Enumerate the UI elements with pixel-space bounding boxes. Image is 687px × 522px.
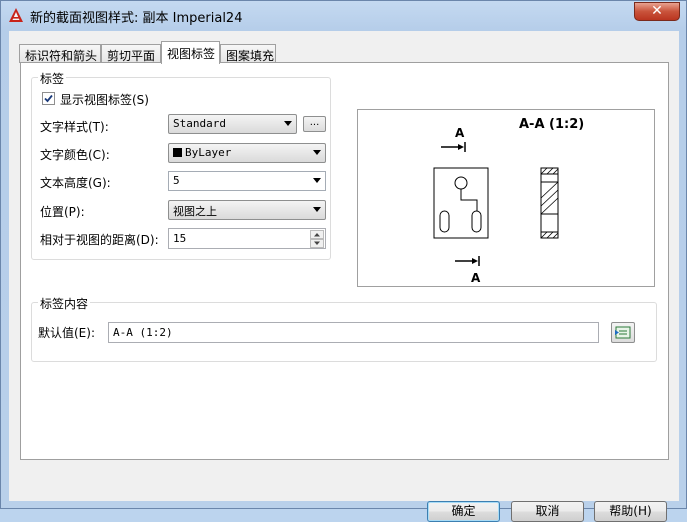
window-title: 新的截面视图样式: 副本 Imperial24: [30, 11, 243, 26]
distance-value: 15: [173, 232, 187, 245]
top-arrow-head: [458, 144, 464, 150]
spin-down-icon: [314, 241, 320, 245]
position-dropdown[interactable]: 视图之上: [168, 200, 326, 220]
help-button[interactable]: 帮助(H): [594, 501, 667, 522]
tab-view-label[interactable]: 视图标签: [161, 41, 220, 64]
distance-label: 相对于视图的距离(D):: [40, 233, 159, 247]
checkmark-icon: [44, 94, 53, 103]
text-color-label: 文字颜色(C):: [40, 148, 110, 162]
tab-identifiers-arrows[interactable]: 标识符和箭头: [19, 44, 101, 63]
spin-down-button[interactable]: [310, 239, 324, 248]
label-content-group-title: 标签内容: [38, 295, 91, 312]
dialog-client-area: 标识符和箭头 剪切平面 视图标签 图案填充 标签 显示视图标签(S) 文字样式(…: [9, 31, 679, 522]
show-label-text: 显示视图标签(S): [60, 93, 149, 107]
tab-panel: 标签 显示视图标签(S) 文字样式(T): Standard ... 文字颜色(…: [20, 62, 669, 460]
bottom-arrow-head: [472, 258, 478, 264]
browse-label: ...: [309, 117, 320, 128]
close-icon: ✕: [651, 3, 663, 19]
part-section-view: [540, 167, 559, 239]
text-style-dropdown[interactable]: Standard: [168, 114, 297, 134]
tab-label: 剪切平面: [107, 49, 156, 63]
position-value: 视图之上: [173, 205, 217, 218]
default-value-text: A-A (1:2): [113, 326, 173, 339]
text-style-browse-button[interactable]: ...: [303, 116, 326, 132]
insert-field-button[interactable]: [611, 322, 635, 343]
label-group-title: 标签: [38, 70, 67, 87]
part-hole: [454, 176, 468, 190]
part-slot-left: [439, 210, 450, 233]
preview-top-marker: A: [455, 126, 465, 140]
default-value-label: 默认值(E):: [38, 326, 95, 340]
default-value-field[interactable]: A-A (1:2): [108, 322, 599, 343]
tab-label: 标识符和箭头: [25, 49, 98, 63]
preview-title-text: A-A (1:2): [519, 117, 584, 132]
spin-up-button[interactable]: [310, 230, 324, 239]
spin-up-icon: [314, 233, 320, 237]
cancel-label: 取消: [535, 504, 560, 518]
tab-cutting-plane[interactable]: 剪切平面: [101, 44, 161, 63]
tab-hatch[interactable]: 图案填充: [220, 44, 276, 63]
chevron-down-icon: [313, 207, 321, 212]
preview-pane: A-A (1:2) A A: [357, 109, 655, 287]
tab-label: 视图标签: [167, 47, 216, 61]
text-color-dropdown[interactable]: ByLayer: [168, 143, 326, 163]
text-height-label: 文本高度(G):: [40, 176, 111, 190]
text-height-value: 5: [173, 174, 180, 187]
text-height-combobox[interactable]: 5: [168, 171, 326, 191]
ok-button[interactable]: 确定: [427, 501, 500, 522]
chevron-down-icon: [313, 178, 321, 183]
title-bar[interactable]: 新的截面视图样式: 副本 Imperial24 ✕: [1, 1, 686, 29]
chevron-down-icon: [284, 121, 292, 126]
tab-label: 图案填充: [226, 49, 275, 63]
autocad-app-icon: [9, 8, 23, 22]
cancel-button[interactable]: 取消: [511, 501, 584, 522]
position-label: 位置(P):: [40, 205, 85, 219]
part-slot-right: [471, 210, 482, 233]
ok-label: 确定: [451, 504, 476, 518]
chevron-down-icon: [313, 150, 321, 155]
help-label: 帮助(H): [609, 504, 652, 518]
insert-field-icon: [615, 326, 631, 339]
text-style-label: 文字样式(T):: [40, 120, 109, 134]
section-preview-drawing: A-A (1:2) A A: [433, 117, 584, 285]
label-content-group: 标签内容 默认值(E): A-A (1:2): [31, 295, 657, 362]
close-button[interactable]: ✕: [634, 2, 680, 21]
distance-spinner[interactable]: 15: [168, 228, 326, 249]
text-style-value: Standard: [173, 117, 226, 130]
label-group: 标签 显示视图标签(S) 文字样式(T): Standard ... 文字颜色(…: [31, 70, 331, 260]
color-swatch: [173, 148, 182, 157]
dialog-window: 新的截面视图样式: 副本 Imperial24 ✕ 标识符和箭头 剪切平面 视图…: [0, 0, 687, 522]
preview-bottom-marker: A: [471, 271, 481, 285]
show-label-checkbox[interactable]: [42, 92, 55, 105]
text-color-value: ByLayer: [185, 146, 232, 159]
